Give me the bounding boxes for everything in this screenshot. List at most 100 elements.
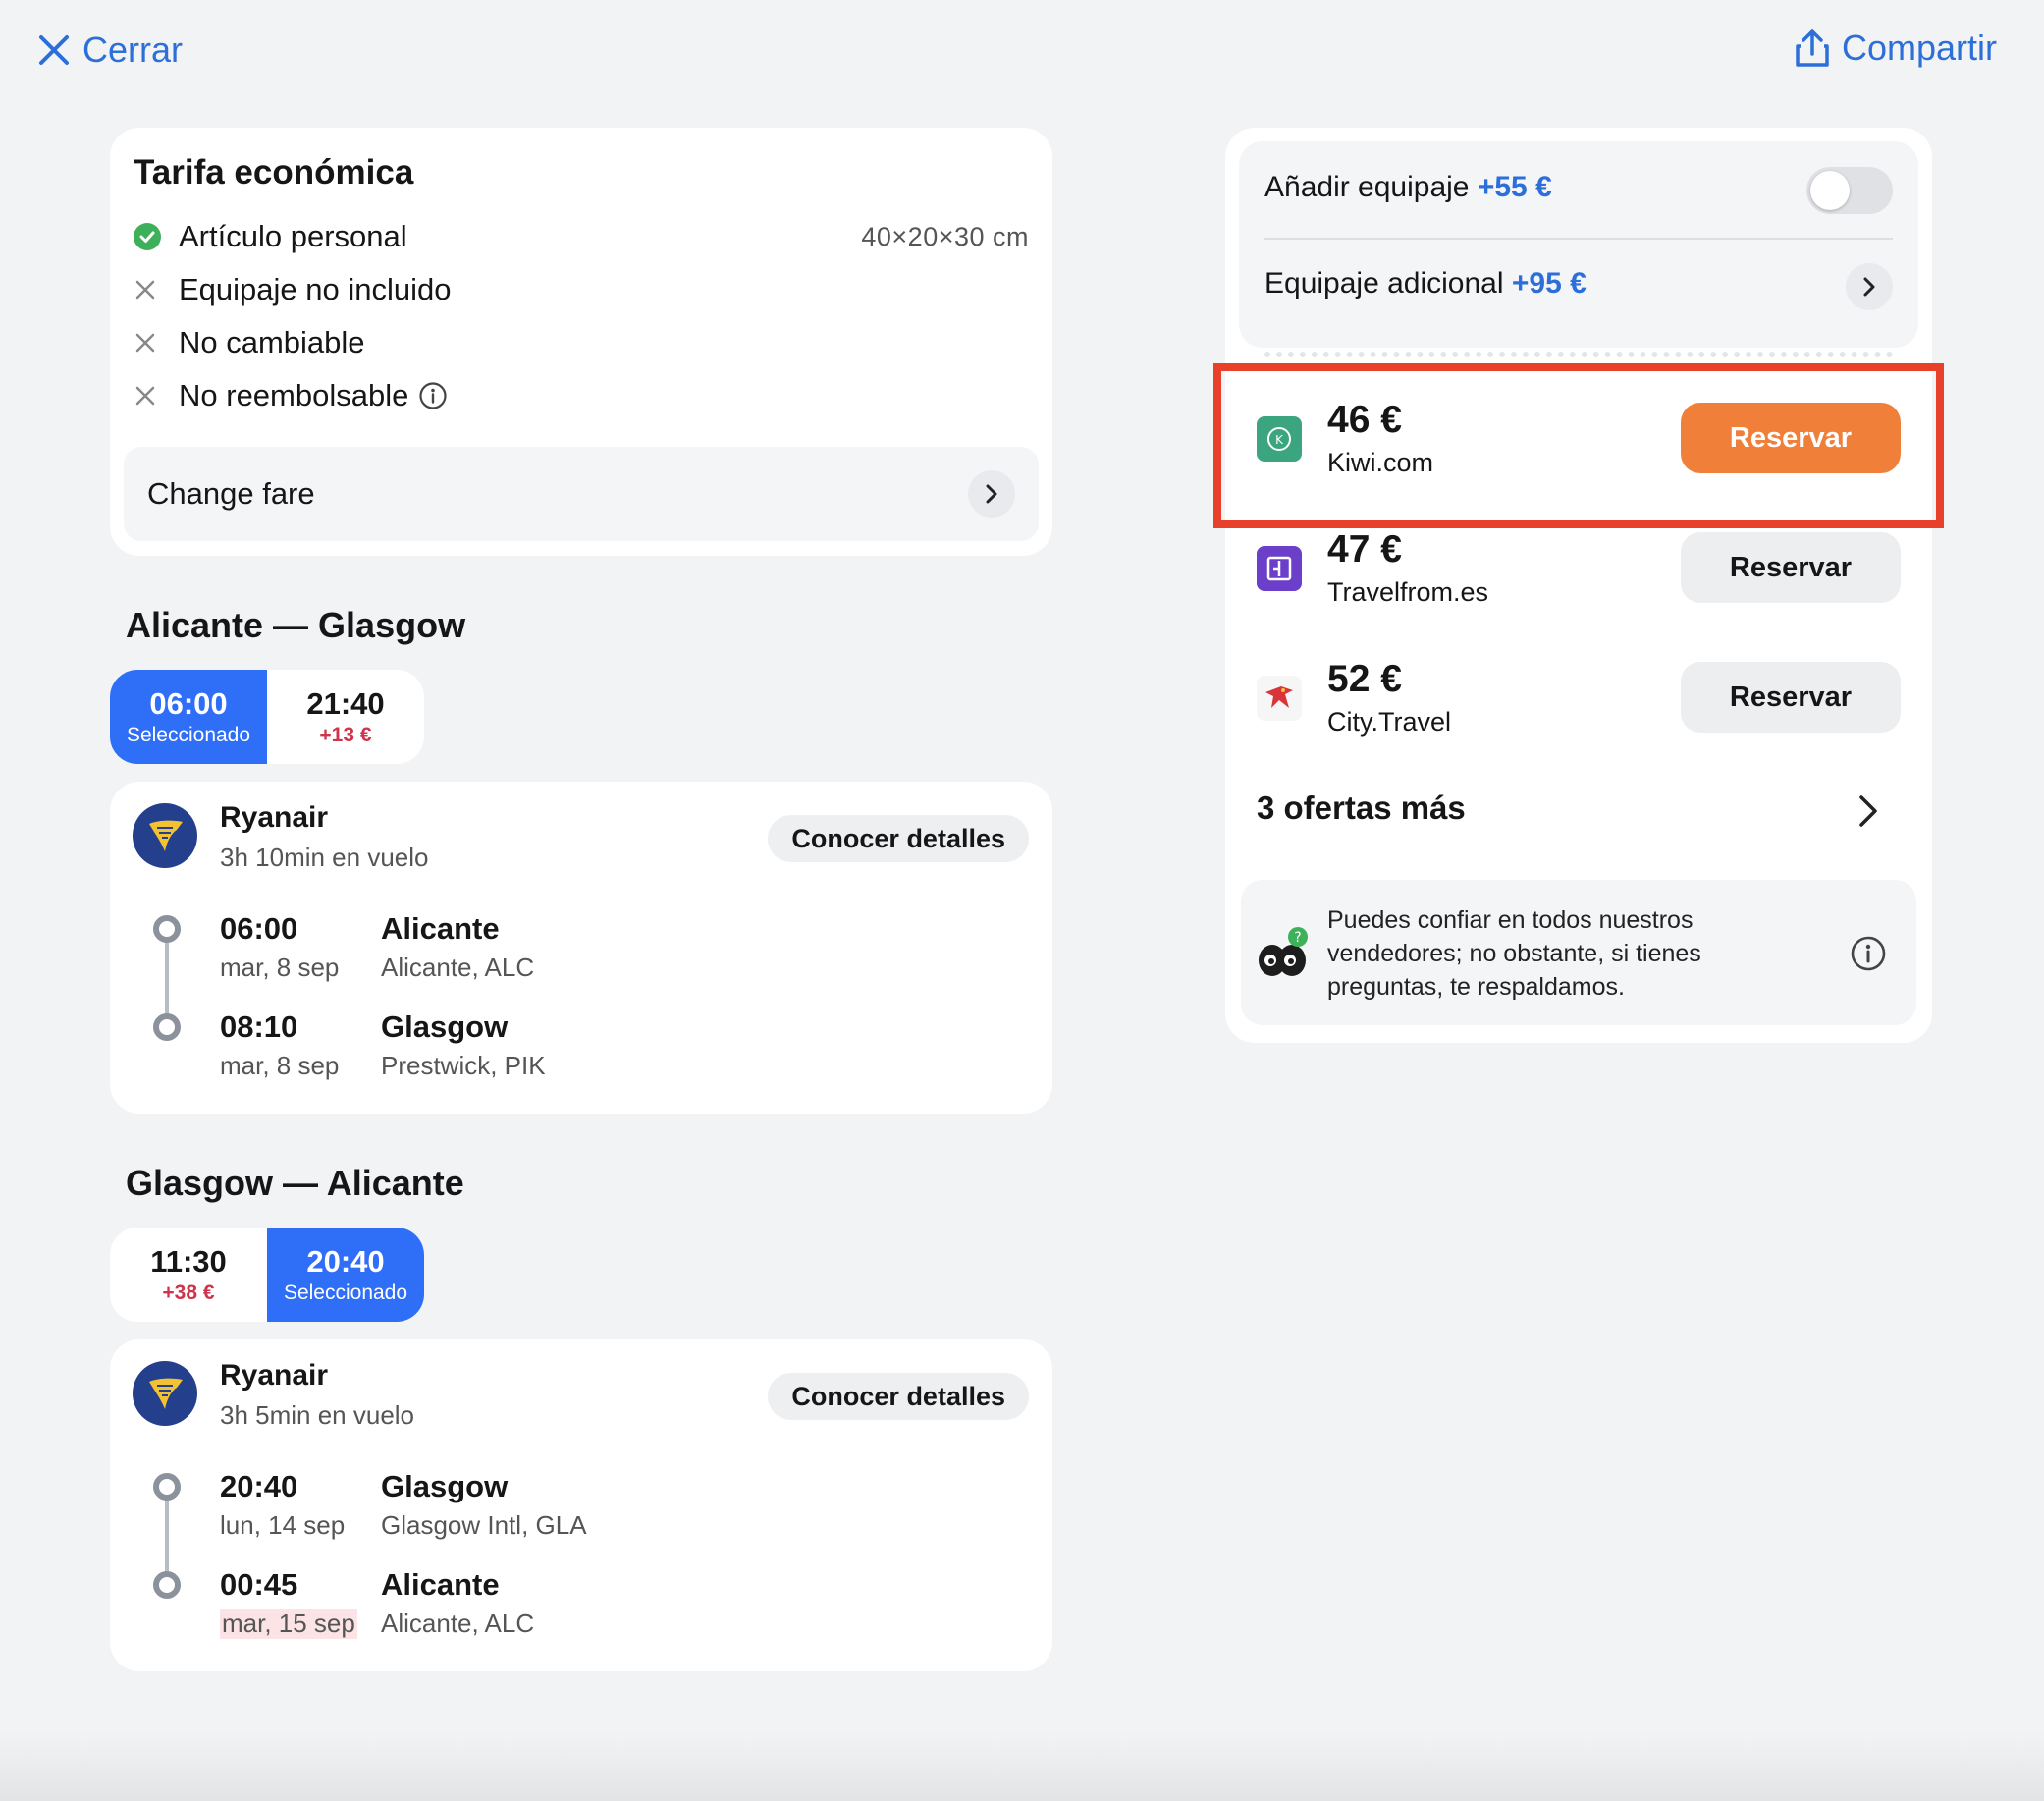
fare-item-changeable: No cambiable bbox=[134, 316, 1029, 369]
chevron-right-icon[interactable] bbox=[1846, 263, 1893, 310]
add-baggage-price: +55 € bbox=[1477, 171, 1552, 203]
outbound-time-option[interactable]: 21:40 +13 € bbox=[267, 670, 424, 764]
option-time: 11:30 bbox=[150, 1244, 227, 1279]
fare-card: Tarifa económica Artículo personal 40×20… bbox=[110, 128, 1052, 556]
provider-price: 47 € bbox=[1327, 528, 1402, 571]
option-surcharge: +13 € bbox=[319, 724, 372, 746]
add-baggage-row: Añadir equipaje +55 € bbox=[1264, 171, 1552, 204]
airline-name: Ryanair bbox=[220, 801, 329, 834]
arrival-time: 08:10 bbox=[220, 1010, 298, 1044]
inbound-time-selector: 11:30 +38 € 20:40 Seleccionado bbox=[110, 1228, 424, 1322]
inbound-time-option[interactable]: 20:40 Seleccionado bbox=[267, 1228, 424, 1322]
departure-city: Alicante bbox=[381, 911, 500, 946]
flight-duration: 3h 10min en vuelo bbox=[220, 843, 429, 872]
outbound-flight-card: Ryanair 3h 10min en vuelo Conocer detall… bbox=[110, 782, 1052, 1114]
provider-price: 52 € bbox=[1327, 658, 1402, 700]
extra-baggage-price: +95 € bbox=[1511, 267, 1587, 300]
book-button[interactable]: Reservar bbox=[1681, 403, 1901, 473]
arrival-airport: Alicante, ALC bbox=[381, 1609, 535, 1638]
option-time: 21:40 bbox=[306, 686, 385, 721]
timeline-dot bbox=[153, 915, 181, 943]
cross-icon bbox=[135, 386, 155, 406]
fare-item-label: Equipaje no incluido bbox=[179, 272, 452, 306]
departure-date: lun, 14 sep bbox=[220, 1510, 346, 1540]
ryanair-logo bbox=[133, 1361, 197, 1426]
timeline-dot bbox=[153, 1571, 181, 1599]
provider-name: Kiwi.com bbox=[1327, 448, 1434, 477]
close-button[interactable]: Cerrar bbox=[37, 29, 183, 71]
extra-baggage-label: Equipaje adicional bbox=[1264, 267, 1504, 300]
provider-price: 46 € bbox=[1327, 399, 1402, 441]
inbound-flight-card: Ryanair 3h 5min en vuelo Conocer detalle… bbox=[110, 1339, 1052, 1671]
dotted-separator bbox=[1264, 352, 1893, 357]
departure-date: mar, 8 sep bbox=[220, 953, 340, 982]
option-time: 20:40 bbox=[306, 1244, 385, 1279]
travelfrom-logo bbox=[1257, 546, 1302, 591]
arrival-time: 00:45 bbox=[220, 1567, 298, 1602]
fare-item-baggage: Equipaje no incluido bbox=[134, 263, 1029, 316]
departure-city: Glasgow bbox=[381, 1469, 509, 1503]
option-note: Seleccionado bbox=[283, 1282, 408, 1304]
fare-item-refundable: No reembolsable bbox=[134, 369, 1029, 422]
support-mascot-icon: ? bbox=[1255, 925, 1310, 989]
details-button[interactable]: Conocer detalles bbox=[768, 1373, 1029, 1420]
close-icon bbox=[39, 35, 69, 65]
change-fare-label: Change fare bbox=[147, 476, 315, 511]
outbound-time-selector: 06:00 Seleccionado 21:40 +13 € bbox=[110, 670, 424, 764]
timeline-dot bbox=[153, 1013, 181, 1041]
arrival-date: mar, 8 sep bbox=[220, 1051, 340, 1080]
fare-item-dimensions: 40×20×30 cm bbox=[861, 221, 1029, 251]
add-baggage-toggle[interactable] bbox=[1806, 167, 1893, 214]
fare-item-label: No cambiable bbox=[179, 325, 365, 359]
chevron-right-icon bbox=[968, 470, 1015, 518]
inbound-route-title: Glasgow — Alicante bbox=[126, 1163, 464, 1203]
departure-airport: Alicante, ALC bbox=[381, 953, 535, 982]
divider bbox=[1264, 238, 1893, 240]
flight-duration: 3h 5min en vuelo bbox=[220, 1400, 415, 1430]
booking-panel: Añadir equipaje +55 € Equipaje adicional… bbox=[1213, 128, 1944, 1043]
arrival-airport: Prestwick, PIK bbox=[381, 1051, 546, 1080]
chevron-right-icon[interactable] bbox=[1854, 791, 1883, 831]
more-offers-link[interactable]: 3 ofertas más bbox=[1257, 790, 1466, 827]
option-surcharge: +38 € bbox=[162, 1282, 215, 1304]
check-circle-icon bbox=[134, 223, 161, 250]
share-button[interactable]: Compartir bbox=[1795, 27, 1997, 69]
option-time: 06:00 bbox=[149, 686, 228, 721]
fare-title: Tarifa económica bbox=[134, 153, 414, 191]
ryanair-logo bbox=[133, 803, 197, 868]
timeline-dot bbox=[153, 1473, 181, 1501]
arrival-city: Alicante bbox=[381, 1567, 500, 1602]
book-button[interactable]: Reservar bbox=[1681, 662, 1901, 733]
close-label: Cerrar bbox=[82, 29, 184, 70]
arrival-city: Glasgow bbox=[381, 1010, 509, 1044]
provider-name: Travelfrom.es bbox=[1327, 577, 1489, 607]
citytravel-logo bbox=[1257, 676, 1302, 721]
book-button[interactable]: Reservar bbox=[1681, 532, 1901, 603]
info-icon[interactable] bbox=[1850, 935, 1887, 972]
outbound-route-title: Alicante — Glasgow bbox=[126, 605, 466, 645]
provider-name: City.Travel bbox=[1327, 707, 1452, 737]
extra-baggage-row[interactable]: Equipaje adicional +95 € bbox=[1264, 267, 1587, 300]
fare-item-personal: Artículo personal 40×20×30 cm bbox=[134, 210, 1029, 263]
outbound-time-option[interactable]: 06:00 Seleccionado bbox=[110, 670, 267, 764]
option-note: Seleccionado bbox=[126, 724, 251, 746]
share-label: Compartir bbox=[1842, 27, 1998, 68]
departure-time: 06:00 bbox=[220, 911, 298, 946]
add-baggage-label: Añadir equipaje bbox=[1264, 171, 1470, 203]
departure-time: 20:40 bbox=[220, 1469, 298, 1503]
arrival-date-next-day: mar, 15 sep bbox=[220, 1609, 357, 1639]
info-icon[interactable] bbox=[418, 381, 448, 410]
inbound-time-option[interactable]: 11:30 +38 € bbox=[110, 1228, 267, 1322]
change-fare-button[interactable]: Change fare bbox=[124, 447, 1039, 541]
trust-text: Puedes confiar en todos nuestros vendedo… bbox=[1327, 906, 1701, 1001]
cross-icon bbox=[135, 333, 155, 353]
svg-text:?: ? bbox=[1294, 930, 1301, 946]
departure-airport: Glasgow Intl, GLA bbox=[381, 1510, 587, 1540]
fare-item-label: Artículo personal bbox=[179, 219, 407, 253]
details-button[interactable]: Conocer detalles bbox=[768, 815, 1029, 862]
cross-icon bbox=[135, 280, 155, 300]
airline-name: Ryanair bbox=[220, 1359, 329, 1392]
share-icon bbox=[1796, 29, 1829, 67]
fare-item-label: No reembolsable bbox=[179, 378, 409, 412]
svg-text:K: K bbox=[1275, 433, 1284, 447]
